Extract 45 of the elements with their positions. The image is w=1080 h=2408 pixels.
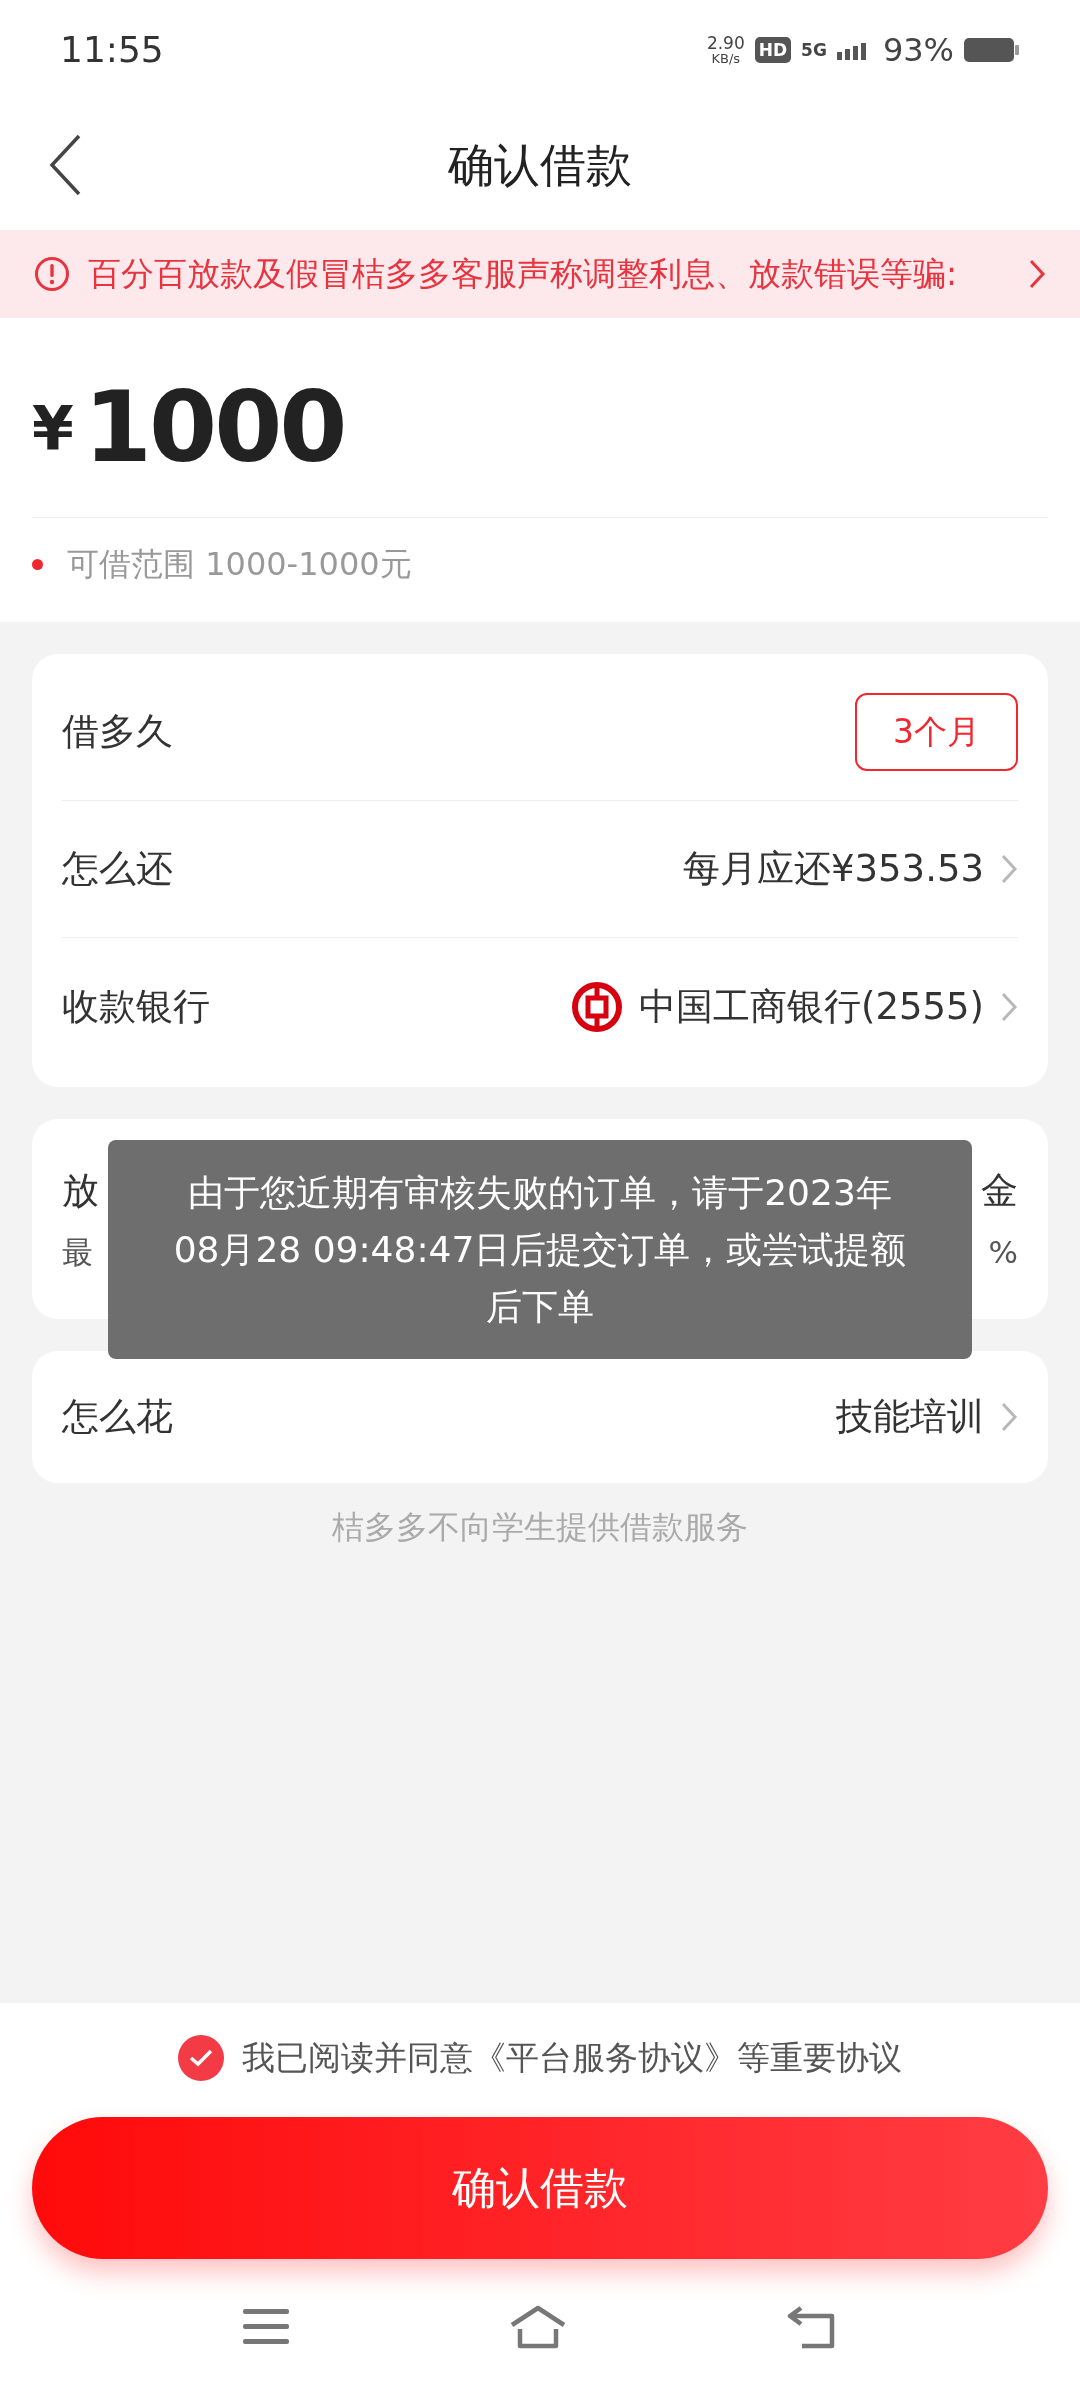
currency-symbol: ¥ <box>32 391 74 465</box>
row-label: 收款银行 <box>62 983 210 1030</box>
network-type: 5G <box>801 41 827 59</box>
lender-label: 放 <box>62 1168 99 1214</box>
amount-range: 可借范围 1000-1000元 <box>67 544 412 585</box>
repayment-value: 每月应还¥353.53 <box>683 846 984 893</box>
home-icon[interactable] <box>509 2304 567 2349</box>
agreement-text: 我已阅读并同意《平台服务协议》等重要协议 <box>242 2037 902 2079</box>
row-label: 怎么还 <box>62 846 173 893</box>
interest-rate: % <box>988 1232 1018 1272</box>
lender-name: 金 <box>981 1168 1018 1214</box>
option-row[interactable]: 收款银行 中国工商银行(2555) <box>62 938 1018 1075</box>
toast-message: 由于您近期有审核失败的订单，请于2023年08月28 09:48:47日后提交订单，或尝试提额后下单 <box>108 1140 972 1359</box>
lender-note: 最 <box>62 1232 94 1272</box>
warning-text: 百分百放款及假冒桔多多客服声称调整利息、放款错误等骗: <box>88 253 959 296</box>
row-label: 怎么花 <box>62 1394 173 1441</box>
battery-icon <box>964 36 1020 64</box>
warning-banner[interactable]: 百分百放款及假冒桔多多客服声称调整利息、放款错误等骗: <box>0 230 1080 318</box>
option-row[interactable]: 怎么还 每月应还¥353.53 <box>62 801 1018 938</box>
status-time: 11:55 <box>60 28 164 72</box>
purpose-row[interactable]: 怎么花 技能培训 <box>32 1351 1048 1483</box>
bank-logo-icon <box>570 980 623 1033</box>
back-icon <box>48 134 82 196</box>
chevron-right-icon <box>1028 258 1046 290</box>
chevron-right-icon <box>1000 1401 1018 1433</box>
net-speed: 2.90 <box>706 35 745 52</box>
battery-level: 93% <box>882 30 954 71</box>
menu-icon[interactable] <box>243 2306 289 2347</box>
row-label: 借多久 <box>62 709 173 756</box>
agreement-checkbox[interactable] <box>178 2034 224 2081</box>
net-speed-unit: KB/s <box>711 52 741 65</box>
loan-amount: 1000 <box>83 369 345 486</box>
check-icon <box>188 2047 214 2068</box>
page-title: 确认借款 <box>448 136 632 194</box>
purpose-value: 技能培训 <box>836 1394 984 1441</box>
option-row[interactable]: 借多久 3个月 <box>62 664 1018 801</box>
confirm-loan-button[interactable]: 确认借款 <box>32 2116 1048 2259</box>
chevron-right-icon <box>1000 853 1018 885</box>
student-notice: 桔多多不向学生提供借款服务 <box>332 1507 748 1548</box>
alert-icon <box>34 256 70 292</box>
chevron-right-icon <box>1000 990 1018 1023</box>
hd-badge: HD <box>754 37 792 63</box>
bank-name: 中国工商银行(2555) <box>638 983 984 1030</box>
back-icon[interactable] <box>787 2304 837 2349</box>
term-tag[interactable]: 3个月 <box>855 693 1018 771</box>
